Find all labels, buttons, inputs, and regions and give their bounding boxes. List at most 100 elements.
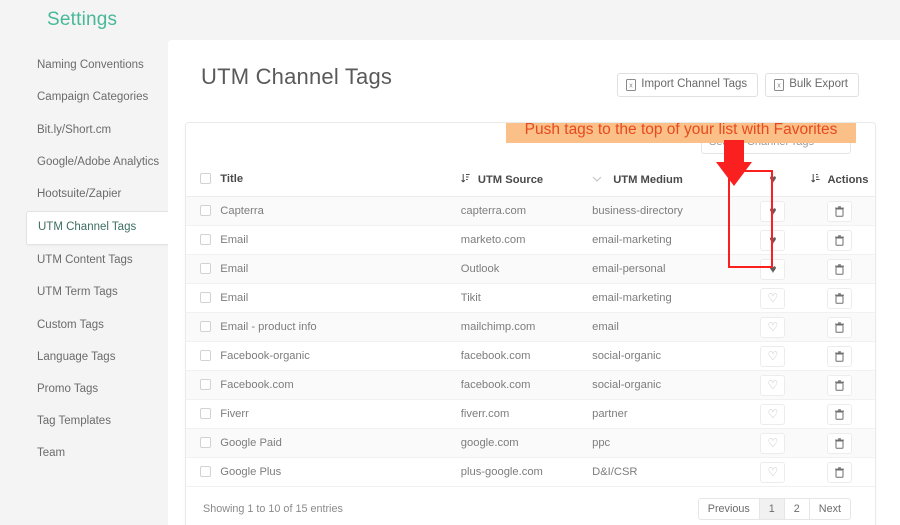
cell-utm-medium: partner xyxy=(592,399,742,429)
table-row[interactable]: Fiverr fiverr.com partner ♡ xyxy=(186,399,875,429)
row-title-label: Fiverr xyxy=(220,407,249,420)
trash-icon xyxy=(835,437,845,449)
table-row[interactable]: Facebook.com facebook.com social-organic ♡ xyxy=(186,370,875,400)
cell-favorite: ♡ xyxy=(741,399,805,429)
cell-title: Facebook-organic xyxy=(212,341,461,371)
favorite-toggle-button[interactable]: ♡ xyxy=(760,316,786,338)
sidebar-item-utm-term-tags[interactable]: UTM Term Tags xyxy=(0,277,168,309)
column-header-title[interactable]: Title xyxy=(212,167,461,197)
annotation-arrow-icon xyxy=(714,140,754,193)
sidebar-item-language-tags[interactable]: Language Tags xyxy=(0,342,168,374)
cell-utm-medium: business-directory xyxy=(592,196,742,226)
row-select-cell xyxy=(186,341,213,371)
table-row[interactable]: Google Plus plus-google.com D&I/CSR ♡ xyxy=(186,457,875,487)
sidebar-nav: Naming Conventions Campaign Categories Bit… xyxy=(0,50,168,470)
cell-favorite: ♥ xyxy=(741,225,805,255)
svg-text:x: x xyxy=(630,83,634,90)
sidebar-item-custom-tags[interactable]: Custom Tags xyxy=(0,309,168,341)
cell-utm-source: google.com xyxy=(460,428,593,458)
delete-row-button[interactable] xyxy=(827,200,853,222)
sidebar-item-promo-tags[interactable]: Promo Tags xyxy=(0,374,168,406)
row-checkbox[interactable] xyxy=(200,320,211,332)
table-row[interactable]: Capterra capterra.com business-directory ♥ xyxy=(186,196,875,226)
row-select-cell xyxy=(186,196,213,226)
cell-actions xyxy=(804,312,875,342)
column-header-utm-source[interactable]: UTM Source xyxy=(460,167,593,197)
delete-row-button[interactable] xyxy=(827,229,853,251)
pagination-1[interactable]: 1 xyxy=(759,497,785,521)
row-checkbox[interactable] xyxy=(200,204,211,216)
column-header-actions[interactable]: Actions xyxy=(804,167,875,197)
row-checkbox[interactable] xyxy=(200,465,211,477)
heart-filled-icon: ♥ xyxy=(769,262,777,276)
row-select-cell xyxy=(186,457,213,487)
sidebar-item-google-adobe-analytics[interactable]: Google/Adobe Analytics xyxy=(0,147,168,179)
cell-utm-medium: ppc xyxy=(592,428,742,458)
table-row[interactable]: Email Tikit email-marketing ♡ xyxy=(186,283,875,313)
delete-row-button[interactable] xyxy=(827,461,853,483)
cell-utm-medium: social-organic xyxy=(592,341,742,371)
row-select-cell xyxy=(186,312,213,342)
bulk-export-button[interactable]: x Bulk Export xyxy=(765,73,859,97)
pagination-next[interactable]: Next xyxy=(809,497,851,521)
table-row[interactable]: Google Paid google.com ppc ♡ xyxy=(186,428,875,458)
favorite-toggle-button[interactable]: ♡ xyxy=(760,287,786,309)
heart-filled-icon: ♥ xyxy=(769,204,777,218)
import-channel-tags-button[interactable]: x Import Channel Tags xyxy=(617,73,759,97)
channel-tags-table: Title UTM Source UTM Medium ♥ Actions Ca… xyxy=(186,167,875,487)
sidebar-item-team[interactable]: Team xyxy=(0,438,168,470)
sidebar-item-tag-templates[interactable]: Tag Templates xyxy=(0,406,168,438)
delete-row-button[interactable] xyxy=(827,403,853,425)
row-checkbox[interactable] xyxy=(200,233,211,245)
row-title-label: Google Plus xyxy=(220,465,282,478)
sidebar-item-utm-content-tags[interactable]: UTM Content Tags xyxy=(0,245,168,277)
table-row[interactable]: Email Outlook email-personal ♥ xyxy=(186,254,875,284)
favorite-toggle-button[interactable]: ♥ xyxy=(760,229,786,251)
favorite-toggle-button[interactable]: ♡ xyxy=(760,432,786,454)
table-row[interactable]: Email marketo.com email-marketing ♥ xyxy=(186,225,875,255)
cell-favorite: ♥ xyxy=(741,254,805,284)
delete-row-button[interactable] xyxy=(827,258,853,280)
trash-icon xyxy=(835,466,845,478)
delete-row-button[interactable] xyxy=(827,345,853,367)
pagination-2[interactable]: 2 xyxy=(784,497,810,521)
table-body: Capterra capterra.com business-directory ♥ E… xyxy=(186,196,875,487)
favorite-toggle-button[interactable]: ♡ xyxy=(760,374,786,396)
favorite-toggle-button[interactable]: ♡ xyxy=(760,403,786,425)
table-row[interactable]: Email - product info mailchimp.com email ♡ xyxy=(186,312,875,342)
row-checkbox[interactable] xyxy=(200,407,211,419)
delete-row-button[interactable] xyxy=(827,316,853,338)
favorite-toggle-button[interactable]: ♥ xyxy=(760,200,786,222)
row-checkbox[interactable] xyxy=(200,291,211,303)
select-all-checkbox[interactable] xyxy=(200,173,211,184)
cell-utm-medium: email xyxy=(592,312,742,342)
select-all-header xyxy=(186,167,213,197)
heart-outline-icon: ♡ xyxy=(767,320,779,334)
favorite-toggle-button[interactable]: ♡ xyxy=(760,345,786,367)
cell-actions xyxy=(804,399,875,429)
favorite-toggle-button[interactable]: ♡ xyxy=(760,461,786,483)
row-select-cell xyxy=(186,399,213,429)
table-row[interactable]: Facebook-organic facebook.com social-organ… xyxy=(186,341,875,371)
delete-row-button[interactable] xyxy=(827,374,853,396)
delete-row-button[interactable] xyxy=(827,432,853,454)
trash-icon xyxy=(835,205,845,217)
sidebar-item-campaign-categories[interactable]: Campaign Categories xyxy=(0,82,168,114)
pagination-previous[interactable]: Previous xyxy=(697,497,760,521)
row-checkbox[interactable] xyxy=(200,436,211,448)
sidebar-item-naming-conventions[interactable]: Naming Conventions xyxy=(0,50,168,82)
row-checkbox[interactable] xyxy=(200,262,211,274)
cell-title: Email xyxy=(212,225,461,255)
row-checkbox[interactable] xyxy=(200,349,211,361)
sidebar-item-bit-ly-short-cm[interactable]: Bit.ly/Short.cm xyxy=(0,114,168,146)
sidebar-item-utm-channel-tags[interactable]: UTM Channel Tags xyxy=(26,210,168,246)
cell-utm-medium: email-marketing xyxy=(592,283,742,313)
delete-row-button[interactable] xyxy=(827,287,853,309)
row-checkbox[interactable] xyxy=(200,378,211,390)
cell-actions xyxy=(804,254,875,284)
favorite-toggle-button[interactable]: ♥ xyxy=(760,258,786,280)
cell-utm-source: capterra.com xyxy=(460,196,593,226)
excel-file-icon: x xyxy=(626,79,637,91)
sidebar-item-hootsuite-zapier[interactable]: Hootsuite/Zapier xyxy=(0,179,168,211)
column-header-actions-label: Actions xyxy=(827,174,869,186)
